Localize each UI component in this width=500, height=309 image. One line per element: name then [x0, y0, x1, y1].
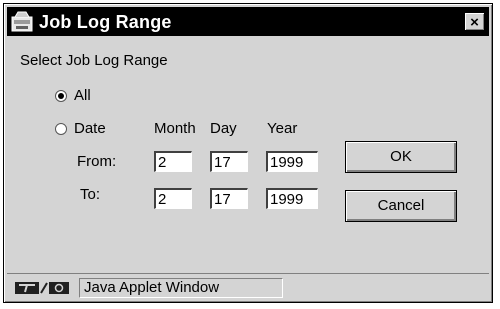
radio-date[interactable]: [55, 123, 67, 135]
to-month-input[interactable]: 2: [154, 188, 192, 209]
window-title: Job Log Range: [39, 12, 172, 32]
radio-date-label[interactable]: Date: [74, 120, 106, 137]
close-button[interactable]: ×: [464, 12, 485, 31]
radio-selected-dot: [58, 93, 64, 99]
radio-all-label[interactable]: All: [74, 87, 91, 104]
title-bar[interactable]: Job Log Range ×: [7, 7, 489, 36]
job-log-range-window: Job Log Range × Select Job Log Range All…: [3, 3, 493, 303]
column-month: Month: [154, 120, 196, 137]
to-day-input[interactable]: 17: [210, 188, 248, 209]
from-month-input[interactable]: 2: [154, 151, 192, 172]
to-year-input[interactable]: 1999: [266, 188, 318, 209]
column-year: Year: [267, 120, 298, 137]
close-icon: ×: [470, 14, 479, 31]
applet-icon: [11, 11, 33, 32]
ok-button[interactable]: OK: [345, 141, 457, 173]
from-year-input[interactable]: 1999: [266, 151, 318, 172]
java-applet-icon: [15, 282, 69, 294]
dialog-heading: Select Job Log Range: [20, 52, 168, 69]
column-day: Day: [210, 120, 237, 137]
status-bar: Java Applet Window: [7, 273, 489, 301]
cancel-button[interactable]: Cancel: [345, 190, 457, 222]
from-label: From:: [77, 153, 117, 170]
status-text: Java Applet Window: [79, 278, 283, 298]
to-label: To:: [80, 186, 101, 203]
radio-all[interactable]: [55, 90, 67, 102]
from-day-input[interactable]: 17: [210, 151, 248, 172]
